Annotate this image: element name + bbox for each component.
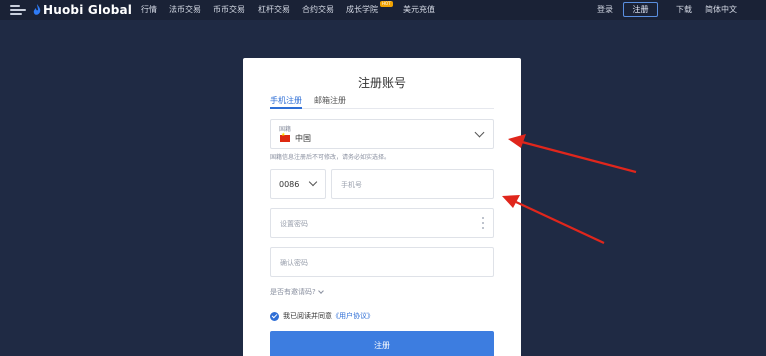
country-select[interactable]: 国籍 中国 [270, 119, 494, 149]
login-link[interactable]: 登录 [597, 4, 613, 15]
password-placeholder: 设置密码 [280, 220, 308, 228]
hot-badge: HOT [380, 1, 393, 7]
nav-margin[interactable]: 杠杆交易 [258, 4, 290, 15]
chevron-down-icon [474, 127, 485, 138]
nav-otc[interactable]: 法币交易 [169, 4, 201, 15]
form-title: 注册账号 [357, 76, 406, 90]
user-agreement-link[interactable]: 《用户协议》 [332, 311, 374, 321]
agree-checkbox[interactable] [270, 311, 279, 321]
more-icon[interactable] [482, 217, 484, 229]
tab-phone-register[interactable]: 手机注册 [270, 95, 302, 106]
invite-code-toggle[interactable]: 是否有邀请码? [270, 287, 324, 297]
chevron-down-icon [308, 177, 318, 187]
red-arrow-1 [508, 134, 637, 174]
nav-exchange[interactable]: 币币交易 [213, 4, 245, 15]
china-flag-icon [280, 132, 290, 142]
password-input[interactable]: 设置密码 [270, 208, 494, 238]
country-value: 中国 [295, 134, 311, 143]
top-nav: Huobi Global 行情 法币交易 币币交易 杠杆交易 合约交易 成长学院… [0, 0, 766, 20]
confirm-placeholder: 确认密码 [280, 259, 308, 267]
nav-contract[interactable]: 合约交易 [302, 4, 334, 15]
register-top-button[interactable]: 注册 [623, 2, 658, 17]
tab-email-register[interactable]: 邮箱注册 [314, 95, 346, 106]
invite-question: 是否有邀请码? [270, 288, 316, 296]
phone-placeholder: 手机号 [341, 181, 362, 189]
area-code-select[interactable]: 0086 [270, 169, 326, 199]
logo-text: Huobi Global [43, 3, 133, 17]
agreement-row: 我已阅读并同意 《用户协议》 [270, 311, 374, 321]
phone-input[interactable]: 手机号 [331, 169, 494, 199]
register-card: 注册账号 手机注册 邮箱注册 国籍 中国 国籍信息注册后不可修改，请务必如实选择… [243, 58, 521, 356]
register-submit-button[interactable]: 注册 [270, 331, 494, 356]
area-code-value: 0086 [279, 180, 300, 189]
nav-academy[interactable]: 成长学院 [346, 4, 378, 15]
nav-market[interactable]: 行情 [141, 4, 157, 15]
nav-usd-deposit[interactable]: 美元充值 [403, 4, 435, 15]
country-hint: 国籍信息注册后不可修改，请务必如实选择。 [270, 154, 391, 161]
active-tab-indicator [270, 107, 302, 109]
language-selector[interactable]: 简体中文 [705, 4, 737, 15]
menu-icon[interactable] [10, 5, 26, 15]
flame-icon [33, 4, 41, 15]
chevron-down-icon [317, 288, 324, 294]
logo[interactable]: Huobi Global [33, 2, 132, 18]
confirm-password-input[interactable]: 确认密码 [270, 247, 494, 277]
tab-divider [270, 108, 494, 109]
agree-text: 我已阅读并同意 [283, 312, 332, 320]
download-link[interactable]: 下载 [676, 4, 692, 15]
